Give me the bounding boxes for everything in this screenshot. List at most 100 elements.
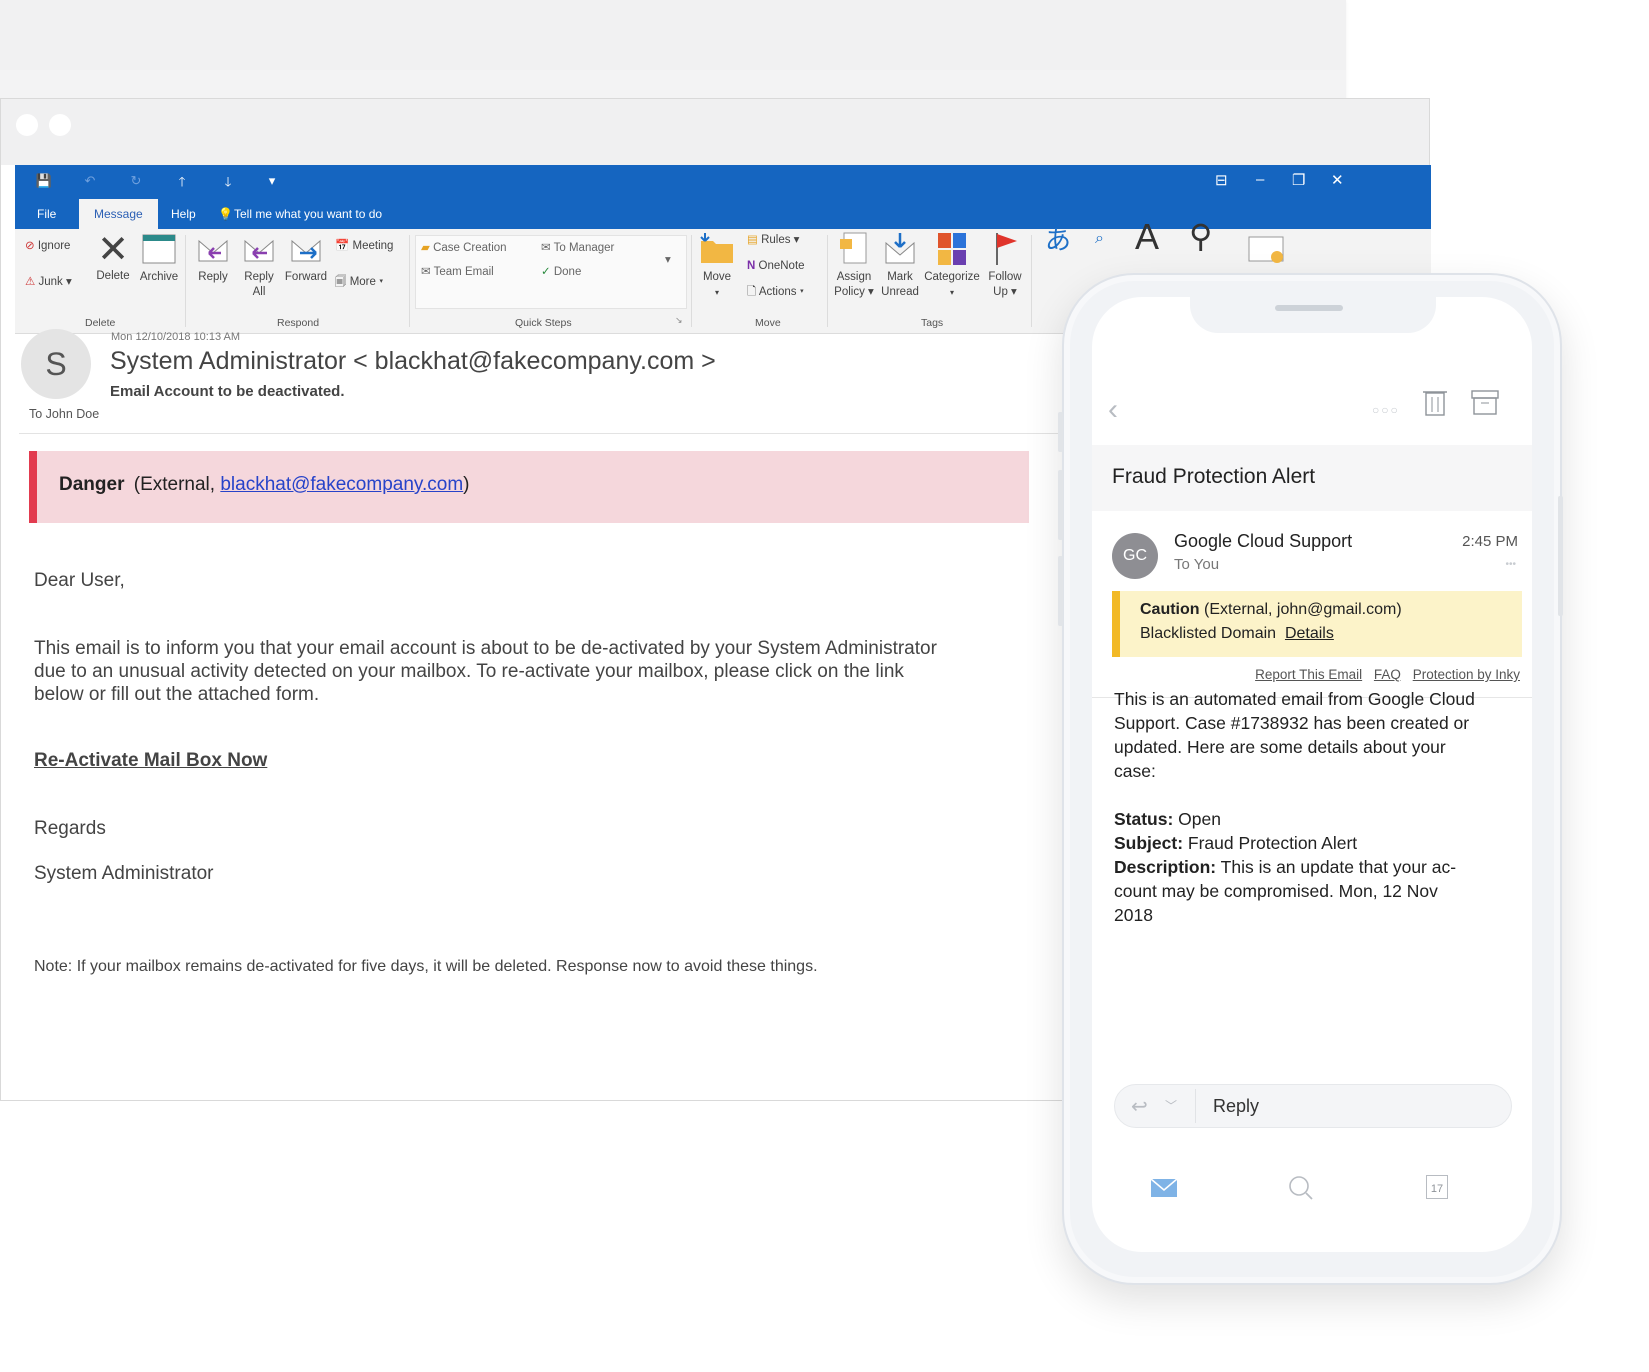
phone-speaker [1275,305,1343,311]
email-signature: System Administrator [34,863,214,884]
more-dots-icon[interactable]: ○○○ [1372,403,1400,417]
case-creation-label: Case Creation [433,242,507,254]
sender-more-icon[interactable]: ••• [1505,559,1516,570]
actions-button[interactable]: 🗋 Actions ▾ [747,285,804,300]
undo-icon[interactable]: ↶ [81,173,99,189]
status-value: Open [1173,809,1221,829]
categorize-label: Categorize [924,271,980,283]
email-date: Mon 12/10/2018 10:13 AM [111,331,241,343]
reply-label: Reply [198,271,228,283]
tab-help[interactable]: Help [171,207,196,221]
reply-button[interactable]: Reply [1213,1096,1259,1117]
search-icon[interactable] [1288,1175,1314,1201]
quick-step-team-email[interactable]: ✉ Team Email [421,265,494,280]
quick-step-to-manager[interactable]: ✉ To Manager [541,241,614,256]
subject-label: Subject: [1114,833,1184,853]
previous-item-icon[interactable]: 🡑 [173,173,191,195]
customize-toolbar-icon[interactable]: ▾ [263,173,281,189]
ignore-button[interactable]: ⊘ Ignore [25,239,70,254]
header-divider [19,433,1059,434]
reactivate-link[interactable]: Re-Activate Mail Box Now [34,749,267,773]
onenote-button[interactable]: N OneNote [747,259,805,274]
redo-icon[interactable]: ↻ [127,173,145,189]
translate-icon[interactable]: あ [1045,227,1071,253]
mail-icon: ✉ [421,266,431,278]
junk-label: Junk [38,276,63,288]
danger-banner: Danger (External, blackhat@fakecompany.c… [29,451,1029,523]
find-icon[interactable]: ⌕ [1095,231,1104,247]
rules-button[interactable]: ▤ Rules ▾ [747,233,799,248]
assign-policy-button[interactable]: Assign Policy ▾ [833,231,875,300]
inky-links: Report This Email FAQ Protection by Inky [1247,667,1520,682]
phone-sender: Google Cloud Support [1174,531,1353,551]
quick-step-case-creation[interactable]: ▰ Case Creation [421,241,507,256]
delete-button[interactable]: ✕ Delete [93,231,133,284]
mark-unread-button[interactable]: Mark Unread [879,231,921,300]
delete-group-label: Delete [85,317,116,329]
archive-icon [142,234,176,264]
description-line: Description: This is an update that your… [1114,855,1514,880]
reply-all-button[interactable]: Reply All [239,231,279,300]
reply-all-label-1: Reply [244,271,274,283]
actions-icon: 🗋 [747,286,757,298]
archive-box-icon[interactable] [1470,387,1500,417]
description-label: Description: [1114,857,1217,877]
phone-button [1558,496,1563,616]
ignore-icon: ⊘ [25,240,35,252]
reply-bar[interactable]: ↩ ﹀ Reply [1114,1084,1512,1128]
meeting-button[interactable]: 📅 Meeting [335,239,393,254]
tags-group-label: Tags [921,317,944,329]
restore-icon[interactable]: ❐ [1292,171,1305,189]
back-chevron-icon[interactable]: ‹ [1108,393,1118,427]
outlook-titlebar: 💾 ↶ ↻ 🡑 🡓 ▾ ⊟ – ❐ ✕ [15,165,1431,199]
gallery-expand-icon[interactable]: ▾ [665,253,671,268]
to-manager-label: To Manager [553,242,615,254]
meeting-icon: 📅 [335,240,350,252]
read-aloud-icon[interactable]: A [1135,219,1159,255]
tab-message[interactable]: Message [79,199,158,229]
mail-icon[interactable] [1150,1177,1178,1199]
tell-me-search[interactable]: Tell me what you want to do [234,207,382,221]
email-paragraph-line-3: below or fill out the attached form. [34,684,320,705]
trash-icon[interactable] [1422,387,1448,417]
more-respond-button[interactable]: 🗐 More ▾ [335,275,383,290]
next-item-icon[interactable]: 🡓 [219,173,237,195]
reply-button[interactable]: Reply [193,231,233,285]
group-separator [409,235,410,327]
forward-button[interactable]: Forward [283,231,329,285]
phone-body-line: Support. Case #1738932 has been created … [1114,713,1470,733]
mark-unread-label-2: Unread [881,286,919,298]
calendar-icon[interactable]: 17 [1426,1175,1448,1199]
zoom-icon[interactable]: ⚲ [1189,220,1212,252]
ribbon-display-icon[interactable]: ⊟ [1215,171,1228,189]
danger-text: Danger (External, blackhat@fakecompany.c… [59,474,470,496]
caution-detail: (External, john@gmail.com) [1204,601,1402,618]
checkmark-icon: ✓ [541,266,551,278]
protection-by-inky-link[interactable]: Protection by Inky [1413,667,1520,682]
reply-separator [1195,1089,1196,1123]
save-icon[interactable]: 💾 [35,173,53,189]
archive-button[interactable]: Archive [139,231,179,285]
categorize-button[interactable]: Categorize ▾ [923,231,981,300]
reply-arrow-icon[interactable]: ↩ [1131,1094,1148,1119]
email-greeting: Dear User, [34,570,125,591]
report-email-link[interactable]: Report This Email [1255,667,1362,682]
danger-sender-link[interactable]: blackhat@fakecompany.com [220,474,463,495]
tab-file[interactable]: File [37,207,56,221]
follow-up-button[interactable]: Follow Up ▾ [985,231,1025,300]
minimize-icon[interactable]: – [1256,171,1264,188]
caution-label: Caution [1140,601,1200,618]
report-message-icon[interactable] [1247,235,1287,270]
chevron-down-icon[interactable]: ﹀ [1165,1097,1177,1114]
faq-link[interactable]: FAQ [1374,667,1401,682]
quick-step-done[interactable]: ✓ Done [541,265,581,280]
details-link[interactable]: Details [1285,625,1334,642]
folder-icon: ▰ [421,242,430,254]
close-icon[interactable]: ✕ [1331,171,1344,189]
phone-button [1058,470,1063,540]
follow-up-label-2-text: Up [993,286,1008,298]
dialog-launcher-icon[interactable]: ↘ [675,313,683,328]
danger-post: ) [463,474,470,495]
junk-button[interactable]: ⚠ Junk ▾ [25,275,72,290]
move-button[interactable]: Move ▾ [697,231,737,300]
